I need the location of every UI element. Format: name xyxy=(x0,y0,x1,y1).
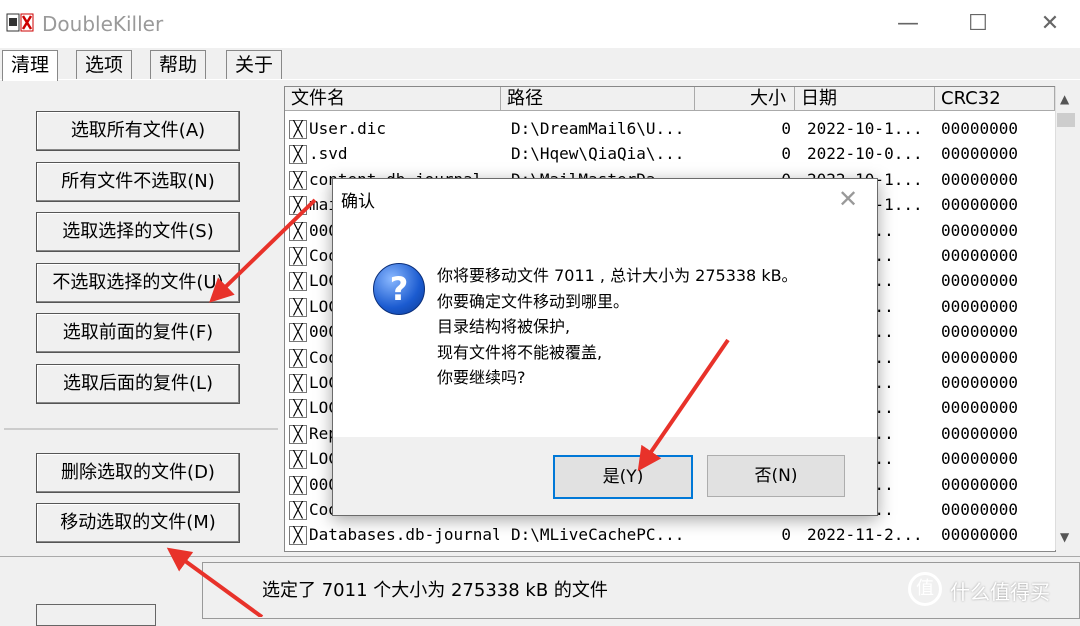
arrow-to-select-front xyxy=(209,198,317,303)
annotation-arrows xyxy=(166,198,730,617)
tab-clean[interactable]: 清理 xyxy=(2,50,59,81)
arrow-to-yes-button xyxy=(637,338,730,472)
arrow-to-move-button xyxy=(166,547,264,617)
